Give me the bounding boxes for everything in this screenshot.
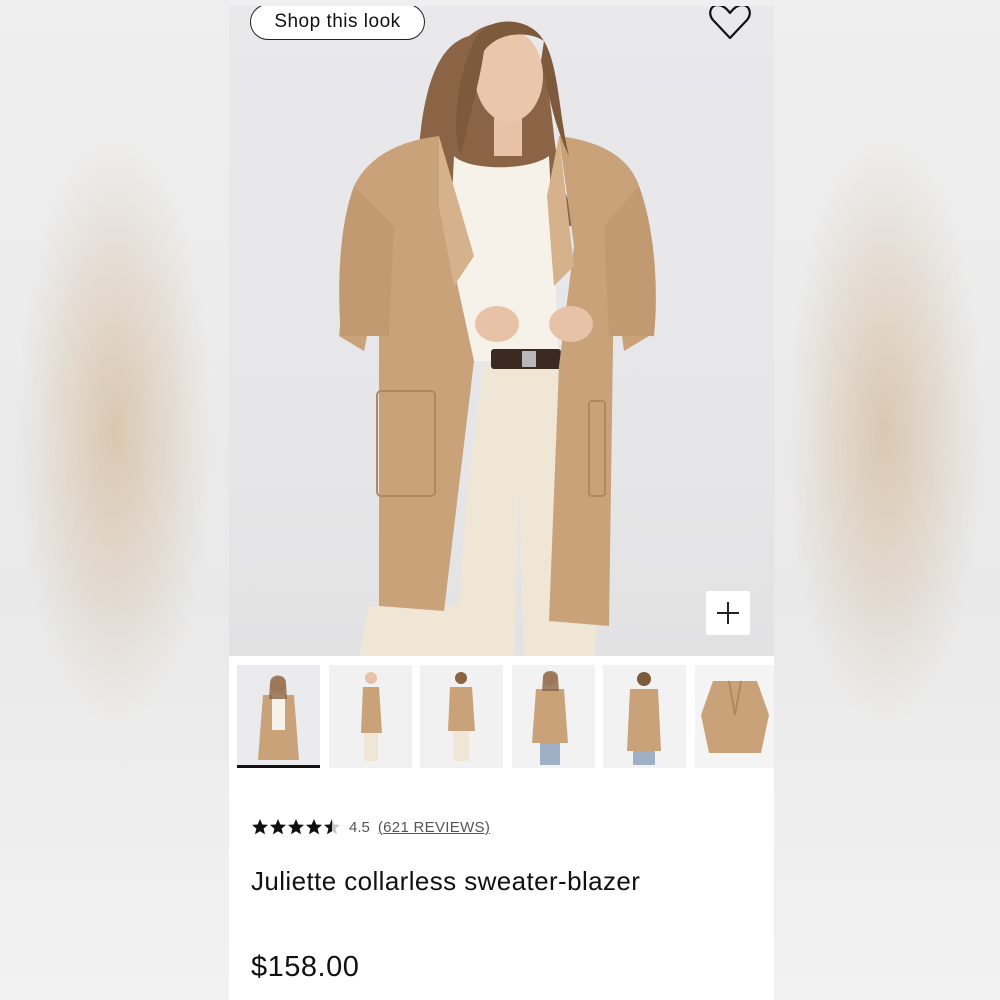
star-icon xyxy=(270,819,286,835)
thumbnail-styled-view[interactable] xyxy=(512,665,595,768)
shop-this-look-button[interactable]: Shop this look xyxy=(250,6,425,40)
thumbnail-side-view[interactable] xyxy=(329,665,412,768)
product-rating: 4.5 (621 REVIEWS) xyxy=(251,816,490,838)
thumbnail-front-view[interactable] xyxy=(237,665,320,768)
heart-icon[interactable] xyxy=(707,6,753,42)
zoom-button[interactable] xyxy=(706,591,750,635)
thumbnail-flat-lay-view[interactable] xyxy=(695,665,774,768)
model-illustration xyxy=(339,21,656,656)
plus-icon xyxy=(717,602,739,624)
rating-stars xyxy=(251,818,341,836)
thumbnail-side-back-view[interactable] xyxy=(420,665,503,768)
product-price: $158.00 xyxy=(251,951,360,983)
hero-image[interactable]: Shop this look xyxy=(229,6,774,656)
product-page: Shop this look 4.5 (621 REVIEWS) Juliett… xyxy=(229,6,774,1000)
star-icon xyxy=(288,819,304,835)
star-icon xyxy=(306,819,322,835)
rating-value: 4.5 xyxy=(349,818,370,836)
product-title: Juliette collarless sweater-blazer xyxy=(251,866,641,896)
reviews-link[interactable]: (621 REVIEWS) xyxy=(378,819,490,836)
shop-this-look-label: Shop this look xyxy=(274,11,401,32)
star-icon xyxy=(252,819,268,835)
thumbnail-strip xyxy=(229,663,774,771)
star-icon xyxy=(324,819,340,835)
thumbnail-back-view[interactable] xyxy=(603,665,686,768)
